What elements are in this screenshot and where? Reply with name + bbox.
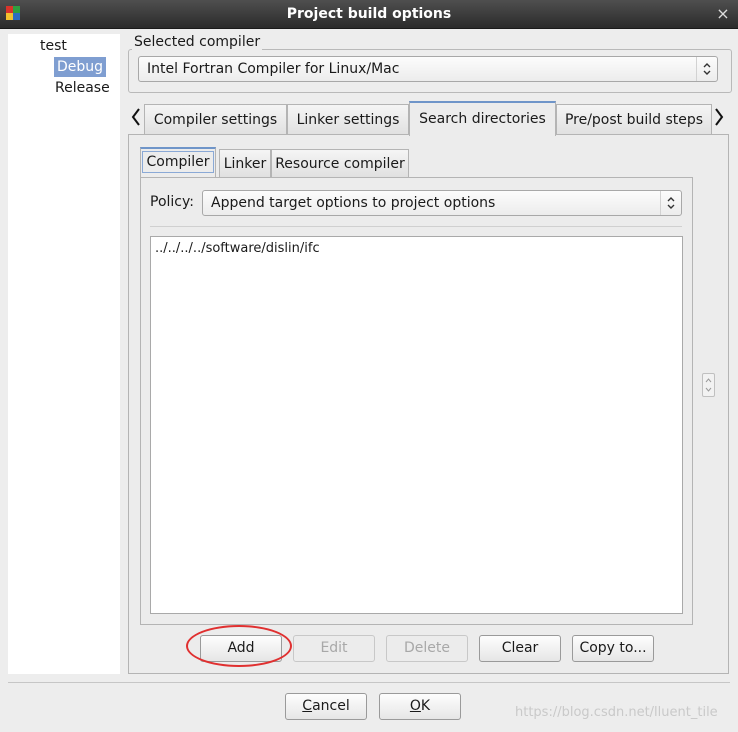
policy-select-value: Append target options to project options [211, 195, 496, 211]
tab-pre-post-build-steps[interactable]: Pre/post build steps [556, 104, 712, 135]
clear-button[interactable]: Clear [479, 635, 561, 662]
compiler-select-value: Intel Fortran Compiler for Linux/Mac [147, 61, 400, 77]
tree-item-debug[interactable]: Debug [54, 57, 107, 77]
target-tree: test Debug Release [8, 34, 120, 674]
spin-icon[interactable] [702, 373, 715, 397]
policy-label: Policy: [150, 194, 194, 210]
combo-arrows-icon [696, 57, 717, 81]
compiler-select[interactable]: Intel Fortran Compiler for Linux/Mac [138, 56, 718, 82]
ok-label: K [420, 698, 431, 714]
cancel-mnemonic: C [302, 698, 313, 714]
ok-button[interactable]: OK [379, 693, 461, 720]
copy-to-button[interactable]: Copy to... [572, 635, 654, 662]
edit-button[interactable]: Edit [293, 635, 375, 662]
divider [150, 226, 682, 227]
tab-search-directories[interactable]: Search directories [409, 101, 556, 136]
close-icon[interactable]: × [712, 3, 734, 25]
window-title: Project build options [286, 6, 452, 22]
tab-compiler[interactable]: Compiler [140, 147, 216, 177]
tab-compiler-label: Compiler [142, 151, 214, 173]
compiler-group-label: Selected compiler [132, 33, 263, 51]
tree-item-test[interactable]: test [40, 36, 67, 56]
cancel-label: ancel [312, 698, 350, 714]
tab-compiler-settings[interactable]: Compiler settings [144, 104, 287, 135]
combo-arrows-icon [660, 191, 681, 215]
divider [8, 682, 730, 683]
tab-resource-compiler[interactable]: Resource compiler [271, 149, 409, 177]
tree-item-release[interactable]: Release [55, 78, 110, 98]
chevron-left-icon[interactable] [129, 104, 143, 134]
directory-list[interactable]: ../../../../software/dislin/ifc [150, 236, 683, 614]
delete-button[interactable]: Delete [386, 635, 468, 662]
tab-linker-settings[interactable]: Linker settings [287, 104, 409, 135]
watermark: https://blog.csdn.net/lluent_tile [515, 705, 718, 720]
ok-mnemonic: O [409, 698, 421, 714]
policy-select[interactable]: Append target options to project options [202, 190, 682, 216]
title-bar: Project build options × [0, 0, 738, 29]
add-button-highlight [186, 625, 292, 667]
list-item[interactable]: ../../../../software/dislin/ifc [155, 240, 320, 258]
tab-linker[interactable]: Linker [219, 149, 271, 177]
cancel-button[interactable]: Cancel [285, 693, 367, 720]
chevron-right-icon[interactable] [712, 104, 726, 134]
